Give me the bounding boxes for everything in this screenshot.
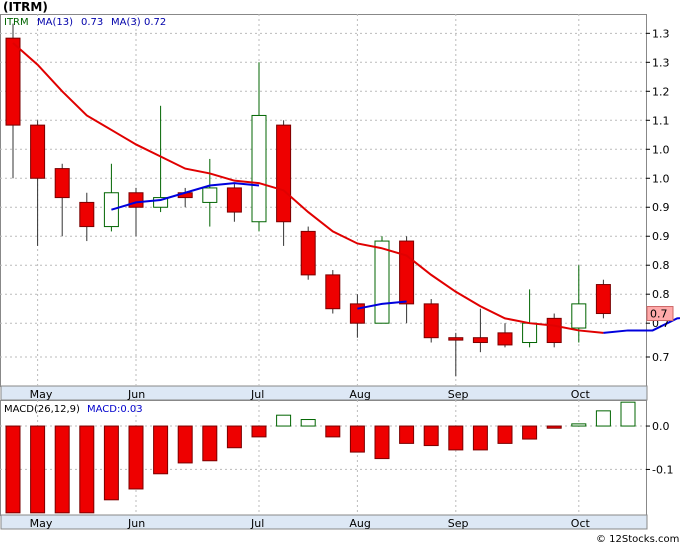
macd-y-tick-label: 0.0 (652, 420, 670, 433)
candle-body (276, 124, 292, 223)
candle-body (128, 192, 144, 208)
y-tick-label: 0.8 (652, 288, 670, 301)
x-tick-label: Jul (250, 388, 264, 401)
y-tick-label: 1.0 (652, 143, 670, 156)
macd-bar (546, 425, 562, 429)
background (0, 0, 680, 546)
x-tick-label: Jun (127, 517, 145, 530)
y-tick-label: 1.1 (652, 114, 670, 127)
x-tick-label: Oct (571, 388, 591, 401)
macd-bar (103, 425, 119, 501)
y-tick-label: 1.2 (652, 85, 670, 98)
macd-bar (571, 423, 587, 427)
macd-bar (620, 401, 636, 427)
macd-bar (30, 425, 46, 514)
y-tick-label: 1.3 (652, 56, 670, 69)
macd-bar (226, 425, 242, 449)
macd-bar (423, 425, 439, 447)
macd-legend-label: MACD(26,12,9) (4, 404, 80, 415)
x-tick-label: Aug (349, 388, 370, 401)
x-tick-label: May (30, 517, 53, 530)
macd-bar (79, 425, 95, 514)
candle-body (448, 337, 464, 341)
legend-ma13-value: 0.73 (81, 17, 103, 28)
macd-bar (5, 425, 21, 514)
x-tick-label: Aug (349, 517, 370, 530)
candle-body (54, 168, 70, 199)
macd-bar (251, 425, 267, 438)
candle-body (595, 284, 611, 315)
x-tick-label: May (30, 388, 53, 401)
candle-body (30, 124, 46, 179)
y-tick-label: 1.0 (652, 172, 670, 185)
y-tick-label: 1.3 (652, 27, 670, 40)
candle-body (522, 322, 538, 344)
last-value-label: 0.7 (650, 308, 668, 321)
candle-body (5, 37, 21, 126)
x-tick-label: Jun (127, 388, 145, 401)
macd-bar (300, 419, 316, 427)
macd-bar (276, 414, 292, 427)
candle-body (79, 201, 95, 228)
macd-bar (497, 425, 513, 444)
y-tick-label: 0.9 (652, 230, 670, 243)
candle-body (423, 303, 439, 339)
macd-bar (374, 425, 390, 460)
candle-body (325, 274, 341, 310)
legend-ma3-label: MA(3) (111, 17, 141, 28)
chart-title: (ITRM) (3, 0, 48, 14)
candle-body (497, 332, 513, 346)
macd-bar (448, 425, 464, 451)
candle-body (251, 114, 267, 223)
macd-bar (399, 425, 415, 444)
macd-legend-value: MACD:0.03 (87, 404, 143, 415)
macd-bar (153, 425, 169, 475)
x-tick-label: Jul (250, 517, 264, 530)
price-date-axis (0, 385, 648, 401)
candle-body (300, 230, 316, 276)
x-tick-label: Oct (571, 517, 591, 530)
macd-bar (202, 425, 218, 462)
y-tick-label: 0.9 (652, 201, 670, 214)
candle-body (472, 337, 488, 344)
legend-ma3-value: 0.72 (144, 17, 166, 28)
macd-bar (128, 425, 144, 490)
macd-bar (472, 425, 488, 451)
x-tick-label: Sep (448, 517, 469, 530)
y-tick-label: 0.8 (652, 259, 670, 272)
macd-date-axis (0, 514, 648, 530)
candle-body (399, 240, 415, 305)
macd-bar (349, 425, 365, 453)
stock-chart-svg: May May Jun Jun Jul Jul Aug Aug Sep Sep Oct Oct 1.3 1… (0, 0, 680, 546)
watermark: © 12Stocks.com (596, 534, 679, 545)
candle-body (546, 317, 562, 344)
legend-symbol: ITRM (4, 17, 29, 28)
legend-ma13-label: MA(13) (37, 17, 73, 28)
macd-bar (595, 410, 611, 427)
chart-frame: May May Jun Jun Jul Jul Aug Aug Sep Sep Oct Oct 1.3 1… (0, 0, 680, 546)
candle-body (226, 187, 242, 213)
x-tick-label: Sep (448, 388, 469, 401)
macd-bar (177, 425, 193, 464)
candle-body (202, 187, 218, 203)
candle-body (571, 303, 587, 329)
y-tick-label: 0.7 (652, 351, 670, 364)
candle-body (374, 240, 390, 324)
macd-bar (325, 425, 341, 438)
macd-bar (54, 425, 70, 514)
macd-bar (522, 425, 538, 440)
macd-y-tick-label: -0.1 (652, 463, 673, 476)
